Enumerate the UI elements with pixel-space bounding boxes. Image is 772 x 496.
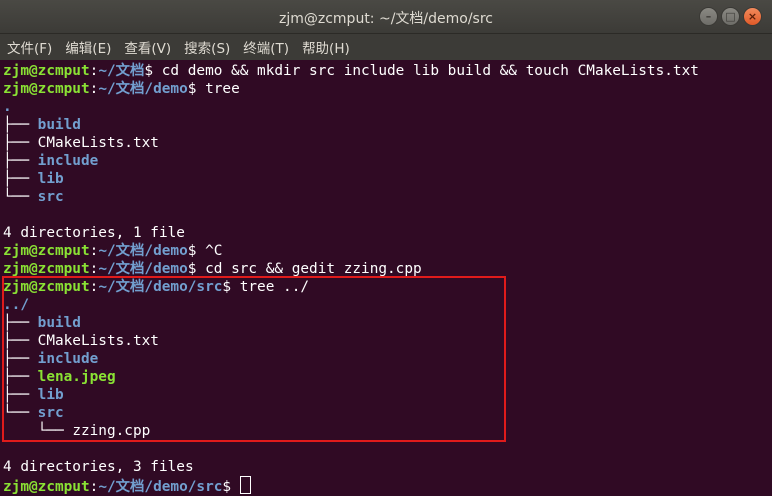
terminal-area[interactable]: zjm@zcmput:~/文档$ cd demo && mkdir src in…: [0, 61, 772, 495]
prompt-path: ~/文档: [98, 261, 145, 277]
prompt-user: zjm@zcmput: [3, 81, 90, 97]
menu-help[interactable]: 帮助(H): [295, 37, 356, 57]
terminal-line: zjm@zcmput:~/文档$ cd demo && mkdir src in…: [3, 62, 699, 80]
prompt-user: zjm@zcmput: [3, 63, 90, 79]
maximize-button[interactable]: □: [721, 7, 740, 26]
tree-root: .: [3, 99, 12, 115]
command-text: ^C: [205, 243, 223, 259]
prompt-sep: :: [89, 261, 99, 277]
prompt-sep: :: [89, 81, 99, 97]
terminal-line: zjm@zcmput:~/文档/demo/src$: [3, 476, 251, 495]
prompt-sep: :: [89, 63, 99, 79]
tree-entry: └── src: [3, 189, 64, 205]
prompt-path: ~/文档: [98, 63, 145, 79]
terminal-line: zjm@zcmput:~/文档/demo$ tree: [3, 80, 240, 98]
dir-src: src: [37, 189, 64, 205]
menu-edit[interactable]: 编辑(E): [58, 37, 117, 57]
title-bar: zjm@zcmput: ~/文档/demo/src – □ ×: [0, 0, 772, 34]
tree-entry: ├── build: [3, 117, 81, 133]
tree-summary: 4 directories, 3 files: [3, 459, 194, 475]
prompt-sep: :: [89, 243, 99, 259]
menu-bar: 文件(F) 编辑(E) 查看(V) 搜索(S) 终端(T) 帮助(H): [0, 34, 772, 60]
tree-entry: ├── CMakeLists.txt: [3, 135, 159, 151]
menu-view[interactable]: 查看(V): [117, 37, 177, 57]
window-title: zjm@zcmput: ~/文档/demo/src: [279, 11, 493, 27]
prompt-dollar: $: [144, 63, 162, 79]
close-button[interactable]: ×: [743, 7, 762, 26]
menu-file[interactable]: 文件(F): [0, 37, 58, 57]
prompt-dollar: $: [187, 81, 206, 97]
prompt-path: ~/文档: [98, 81, 145, 97]
tree-summary: 4 directories, 1 file: [3, 225, 185, 241]
tree-entry: ├── lib: [3, 171, 64, 187]
file-cmakelists: CMakeLists.txt: [37, 135, 159, 151]
prompt-user: zjm@zcmput: [3, 243, 90, 259]
prompt-path-demo: /demo: [144, 81, 188, 97]
command-text: tree: [205, 81, 240, 97]
window-controls: – □ ×: [699, 7, 762, 26]
terminal-line: zjm@zcmput:~/文档/demo$ ^C: [3, 242, 222, 260]
prompt-dollar: $: [187, 243, 206, 259]
text-cursor: [239, 476, 251, 494]
command-text: cd demo && mkdir src include lib build &…: [161, 63, 699, 79]
prompt-path-demo: /demo: [144, 243, 188, 259]
dir-include: include: [37, 153, 99, 169]
tree-entry: ├── include: [3, 153, 99, 169]
prompt-user: zjm@zcmput: [3, 261, 90, 277]
prompt-dollar: $: [187, 261, 206, 277]
menu-terminal[interactable]: 终端(T): [236, 37, 295, 57]
dir-build: build: [37, 117, 81, 133]
dir-lib: lib: [37, 171, 64, 187]
menu-search[interactable]: 搜索(S): [177, 37, 236, 57]
minimize-button[interactable]: –: [699, 7, 718, 26]
prompt-path: ~/文档: [98, 243, 145, 259]
command-text: cd src && gedit zzing.cpp: [205, 261, 422, 277]
prompt-path-demo: /demo: [144, 261, 188, 277]
highlight-annotation-box: [2, 276, 506, 442]
